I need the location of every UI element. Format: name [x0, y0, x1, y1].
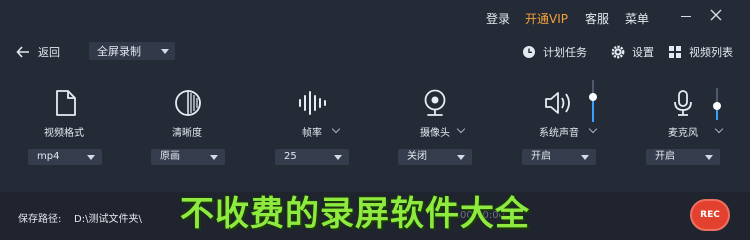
- overlay-caption: 不收费的录屏软件大全: [180, 194, 530, 234]
- video-format-value: mp4: [37, 151, 60, 162]
- system-volume-knob[interactable]: [589, 92, 597, 101]
- speaker-icon: [545, 92, 570, 114]
- minimize-icon[interactable]: [681, 16, 691, 17]
- chevron-down-icon[interactable]: [456, 124, 466, 134]
- camera-label: 摄像头: [420, 128, 450, 139]
- frame-rate-panel: 帧率 25: [275, 88, 385, 178]
- frame-rate-select[interactable]: 25: [275, 149, 349, 165]
- toolbar: 返回 全屏录制 计划任务 设置 视频列表: [0, 36, 750, 66]
- microphone-volume-slider[interactable]: [713, 88, 721, 120]
- save-path-value[interactable]: D:\测试文件夹\: [74, 210, 142, 225]
- camera-value: 关闭: [407, 151, 427, 162]
- recorder-window: 登录 开通VIP 客服 菜单 返回 全屏录制 计划任务 设置 视频列表 视频格式…: [0, 0, 750, 240]
- file-icon: [56, 90, 76, 116]
- menu-link[interactable]: 菜单: [625, 10, 649, 27]
- quality-value: 原画: [160, 151, 180, 162]
- system-volume-slider[interactable]: [589, 80, 597, 122]
- webcam-icon: [424, 89, 446, 116]
- settings-label: 设置: [632, 46, 654, 59]
- quality-label: 清晰度: [172, 128, 202, 139]
- waveform-icon: [299, 91, 326, 115]
- close-icon[interactable]: [708, 7, 724, 23]
- service-link[interactable]: 客服: [585, 10, 609, 27]
- login-link[interactable]: 登录: [486, 10, 510, 27]
- microphone-volume-knob[interactable]: [713, 101, 721, 110]
- video-format-panel: 视频格式 mp4: [28, 88, 138, 178]
- back-label: 返回: [38, 46, 60, 59]
- system-sound-label: 系统声音: [539, 128, 579, 139]
- quality-panel: 清晰度 原画: [151, 88, 261, 178]
- record-button[interactable]: REC: [690, 199, 730, 231]
- caret-down-icon: [210, 155, 218, 160]
- system-sound-select[interactable]: 开启: [522, 149, 596, 165]
- back-button[interactable]: 返回: [16, 44, 60, 60]
- camera-select[interactable]: 关闭: [398, 149, 472, 165]
- gear-icon: [611, 45, 625, 59]
- microphone-label: 麦克风: [668, 128, 698, 139]
- caret-down-icon: [705, 155, 713, 160]
- arrow-left-icon: [16, 46, 29, 58]
- chevron-down-icon[interactable]: [588, 124, 598, 134]
- microphone-panel: 麦克风 开启: [646, 88, 750, 178]
- quality-select[interactable]: 原画: [151, 149, 225, 165]
- microphone-select[interactable]: 开启: [646, 149, 720, 165]
- system-sound-value: 开启: [531, 151, 551, 162]
- system-sound-panel: 系统声音 开启: [522, 88, 632, 178]
- caret-down-icon: [581, 155, 589, 160]
- record-mode-select[interactable]: 全屏录制: [89, 42, 175, 60]
- title-bar: 登录 开通VIP 客服 菜单: [0, 0, 750, 36]
- video-list-label: 视频列表: [689, 46, 733, 59]
- vip-link[interactable]: 开通VIP: [525, 10, 568, 27]
- clock-icon: [523, 46, 535, 58]
- camera-panel: 摄像头 关闭: [398, 88, 508, 178]
- microphone-value: 开启: [655, 151, 675, 162]
- grid-icon: [669, 46, 681, 58]
- record-mode-value: 全屏录制: [97, 45, 141, 58]
- caret-down-icon: [334, 155, 342, 160]
- save-path-label: 保存路径:: [18, 214, 62, 225]
- video-list-button[interactable]: 视频列表: [668, 44, 733, 60]
- frame-rate-value: 25: [284, 151, 297, 162]
- chevron-down-icon[interactable]: [331, 124, 341, 134]
- caret-down-icon: [87, 155, 95, 160]
- aperture-icon: [175, 90, 201, 116]
- schedule-label: 计划任务: [543, 46, 587, 59]
- caret-down-icon: [161, 49, 169, 54]
- schedule-button[interactable]: 计划任务: [522, 44, 587, 60]
- video-format-label: 视频格式: [44, 128, 84, 139]
- frame-rate-label: 帧率: [302, 128, 322, 139]
- caret-down-icon: [457, 155, 465, 160]
- settings-button[interactable]: 设置: [611, 44, 654, 60]
- video-format-select[interactable]: mp4: [28, 149, 102, 165]
- microphone-icon: [674, 90, 692, 116]
- chevron-down-icon[interactable]: [714, 124, 724, 134]
